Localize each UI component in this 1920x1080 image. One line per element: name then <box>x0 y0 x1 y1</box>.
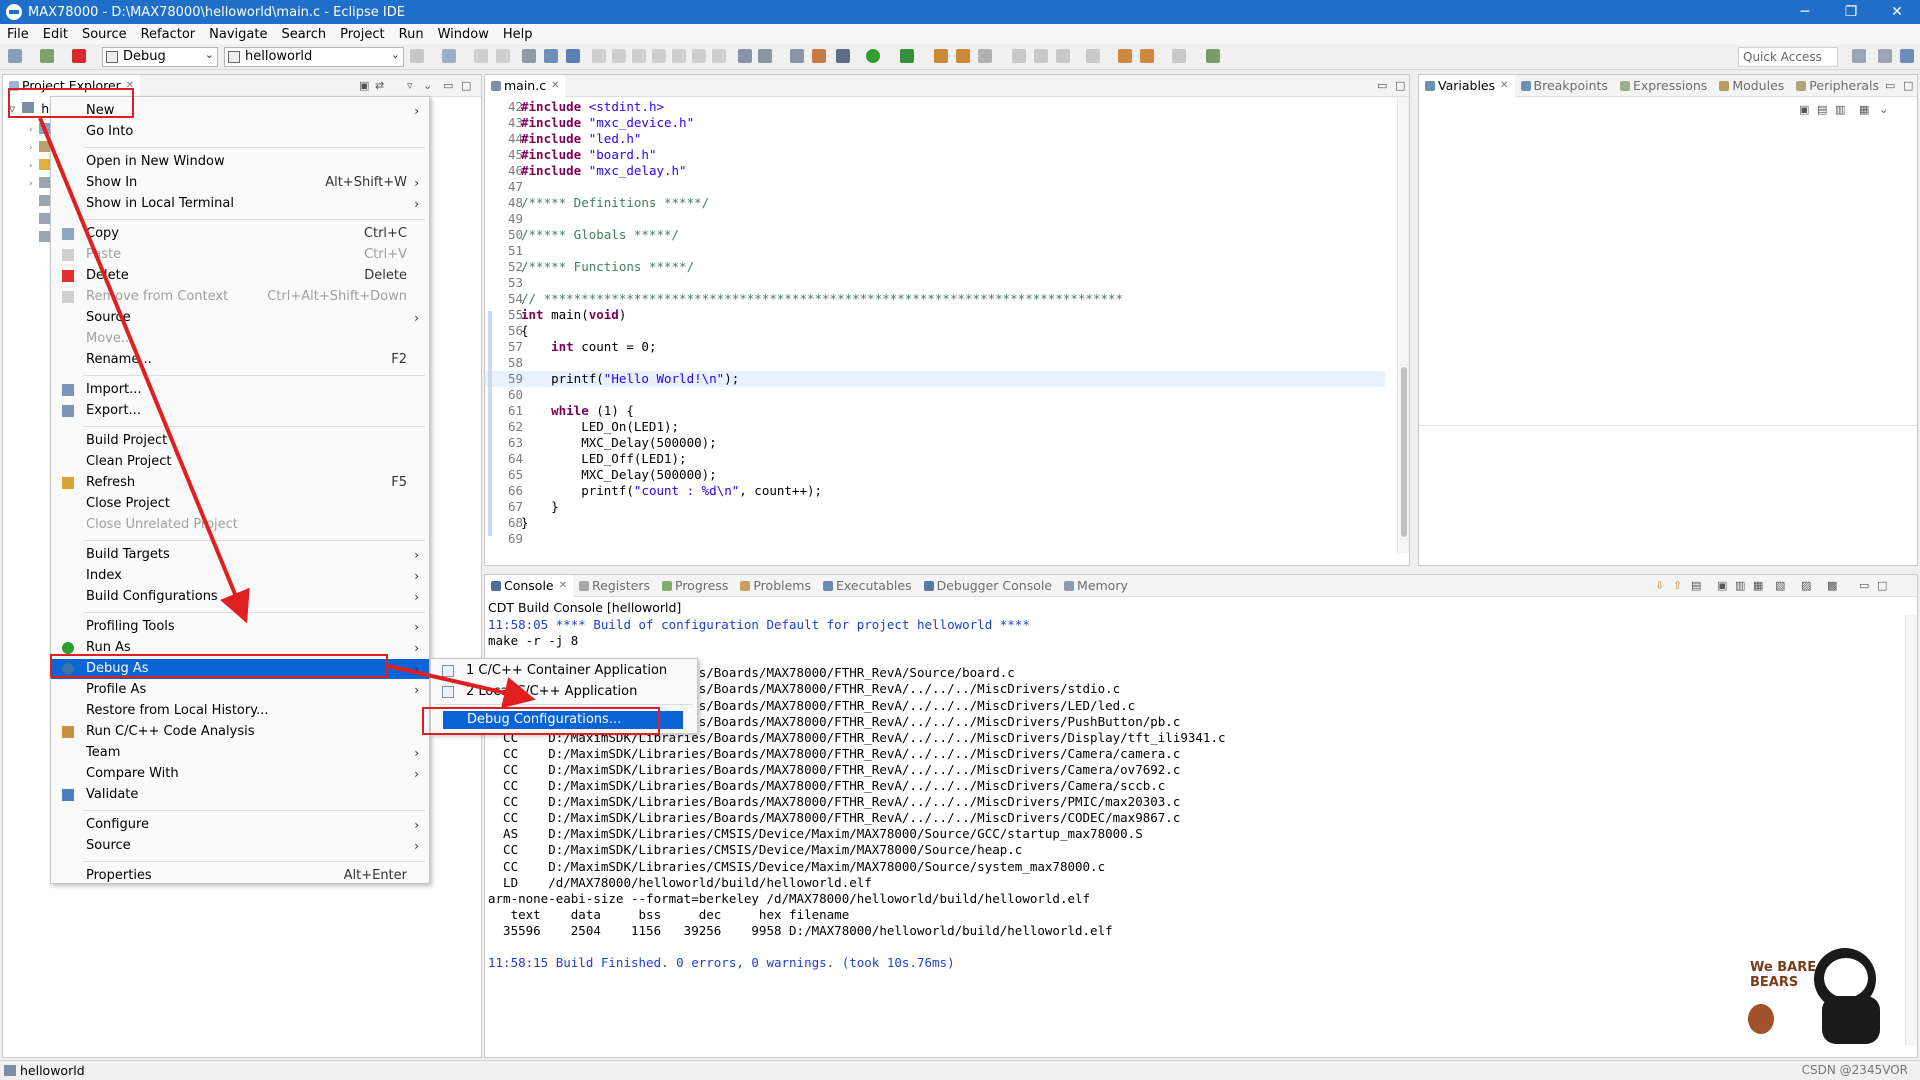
watermark-credit: CSDN @2345VOR <box>1801 1063 1908 1077</box>
status-project: helloworld <box>20 1063 85 1078</box>
logo-text: We BARE BEARS <box>1750 960 1817 990</box>
status-bar: helloworld CSDN @2345VOR <box>0 1060 1920 1080</box>
annotation-arrows <box>38 117 536 709</box>
panda-body <box>1822 996 1880 1044</box>
annotation-arrow-down <box>38 117 250 624</box>
panda-face <box>1824 958 1868 998</box>
mushroom-icon <box>1748 1004 1774 1034</box>
c-project-icon <box>4 1065 16 1076</box>
bears-logo: We BARE BEARS <box>1744 948 1894 1048</box>
annotation-arrow-right <box>387 664 536 709</box>
